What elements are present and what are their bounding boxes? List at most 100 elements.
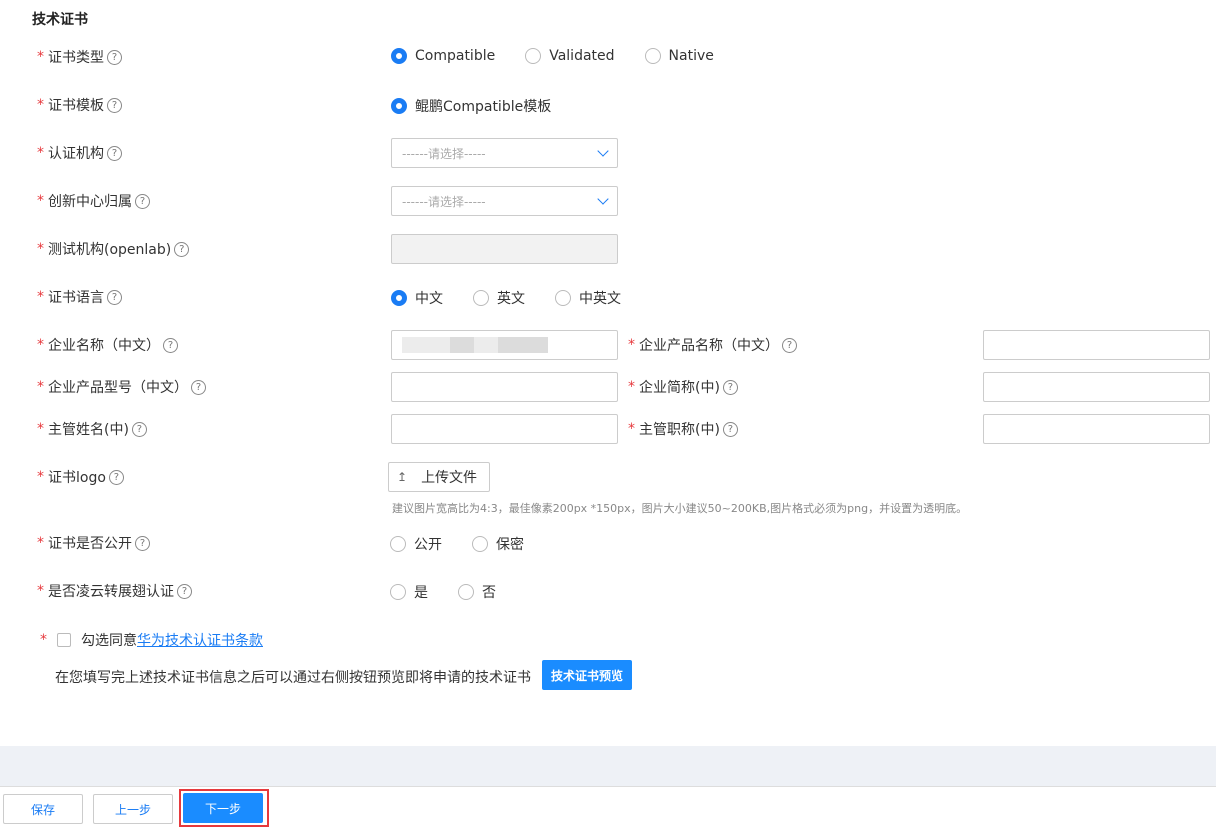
help-icon[interactable]: ? (722, 421, 738, 437)
radio-label: 否 (482, 585, 496, 601)
required-mark: * (37, 583, 44, 599)
help-icon[interactable]: ? (174, 241, 190, 257)
required-mark: * (37, 241, 44, 257)
help-icon[interactable]: ? (191, 379, 206, 395)
help-icon[interactable]: ? (131, 421, 147, 437)
radio-checked-icon (391, 290, 407, 306)
footer-band (0, 746, 1216, 786)
radio-native[interactable]: Native (644, 48, 714, 64)
product-model-label-text: 企业产品型号（中文） (48, 380, 188, 396)
preview-text: 在您填写完上述技术证书信息之后可以通过右侧按钮预览即将申请的技术证书 (55, 670, 531, 686)
cert-authority-label-text: 认证机构 (48, 146, 104, 162)
cert-public-radio-group: 公开 保密 (390, 534, 554, 554)
save-button[interactable]: 保存 (3, 794, 83, 824)
required-mark: * (628, 421, 635, 437)
required-mark: * (37, 535, 44, 551)
cert-type-label: * 证书类型 ? (37, 47, 122, 67)
upload-button[interactable]: ↥ 上传文件 (388, 462, 490, 492)
radio-kunpeng-template[interactable]: 鲲鹏Compatible模板 (391, 96, 551, 116)
cert-type-radio-group: Compatible Validated Native (391, 48, 744, 64)
help-icon[interactable]: ? (135, 535, 150, 551)
help-icon[interactable]: ? (107, 289, 122, 305)
radio-yes[interactable]: 是 (390, 582, 428, 602)
manager-name-input[interactable] (391, 414, 618, 444)
highlight-box (179, 789, 269, 827)
radio-label: Validated (549, 48, 615, 64)
lingyun-label: * 是否凌云转展翅认证 ? (37, 581, 192, 601)
agreement-checkbox[interactable] (57, 633, 71, 647)
manager-title-input[interactable] (983, 414, 1210, 444)
radio-unchecked-icon (555, 290, 571, 306)
radio-checked-icon (391, 98, 407, 114)
radio-unchecked-icon (525, 48, 542, 64)
radio-confidential[interactable]: 保密 (472, 534, 524, 554)
help-icon[interactable]: ? (135, 193, 150, 209)
prev-step-button[interactable]: 上一步 (93, 794, 173, 824)
radio-english[interactable]: 英文 (473, 288, 525, 308)
company-name-label-text: 企业名称（中文） (48, 338, 160, 354)
select-placeholder: ------请选择----- (402, 146, 486, 161)
radio-validated[interactable]: Validated (525, 48, 615, 64)
test-org-label-text: 测试机构(openlab) (48, 242, 172, 258)
radio-compatible[interactable]: Compatible (391, 48, 495, 64)
required-mark: * (37, 421, 44, 437)
preview-button[interactable]: 技术证书预览 (542, 660, 632, 690)
radio-label: 鲲鹏Compatible模板 (415, 99, 552, 115)
product-name-label-text: 企业产品名称（中文） (639, 338, 779, 354)
help-icon[interactable]: ? (107, 49, 122, 65)
help-icon[interactable]: ? (722, 379, 738, 395)
radio-public[interactable]: 公开 (390, 534, 442, 554)
chevron-down-icon (597, 193, 609, 205)
upload-label: 上传文件 (421, 470, 478, 486)
radio-label: 中文 (415, 291, 443, 307)
cert-authority-label: * 认证机构 ? (37, 143, 122, 163)
redacted-text (402, 337, 450, 353)
radio-unchecked-icon (644, 48, 661, 64)
radio-unchecked-icon (472, 536, 488, 552)
manager-title-label-text: 主管职称(中) (639, 422, 720, 438)
radio-label: Compatible (415, 48, 496, 64)
required-mark: * (37, 97, 44, 113)
innovation-center-select[interactable]: ------请选择----- (391, 186, 618, 216)
help-icon[interactable]: ? (782, 337, 797, 353)
company-name-label: * 企业名称（中文） ? (37, 335, 178, 355)
required-mark: * (628, 379, 635, 395)
agreement-row: * 勾选同意 华为技术认证书条款 (40, 630, 263, 650)
required-mark: * (628, 337, 635, 353)
cert-language-label-text: 证书语言 (48, 290, 104, 306)
required-mark: * (37, 193, 44, 209)
radio-no[interactable]: 否 (458, 582, 496, 602)
company-name-input[interactable] (391, 330, 618, 360)
company-abbr-input[interactable] (983, 372, 1210, 402)
cert-authority-select[interactable]: ------请选择----- (391, 138, 618, 168)
product-name-label: * 企业产品名称（中文） ? (628, 335, 797, 355)
product-model-input[interactable] (391, 372, 618, 402)
radio-bilingual[interactable]: 中英文 (555, 288, 621, 308)
radio-label: 中英文 (579, 291, 621, 307)
required-mark: * (40, 632, 47, 648)
redacted-text (474, 337, 498, 353)
cert-type-label-text: 证书类型 (48, 50, 104, 66)
footer-divider (0, 786, 1216, 787)
product-name-input[interactable] (983, 330, 1210, 360)
radio-checked-icon (391, 48, 407, 64)
cert-logo-label-text: 证书logo (48, 470, 106, 486)
help-icon[interactable]: ? (163, 337, 178, 353)
required-mark: * (37, 379, 44, 395)
radio-chinese[interactable]: 中文 (391, 288, 443, 308)
product-model-label: * 企业产品型号（中文） ? (37, 377, 206, 397)
radio-label: 英文 (497, 291, 525, 307)
section-title: 技术证书 (32, 12, 88, 28)
help-icon[interactable]: ? (107, 145, 122, 161)
help-icon[interactable]: ? (107, 97, 122, 113)
innovation-center-label-text: 创新中心归属 (48, 194, 132, 210)
cert-template-label-text: 证书模板 (48, 98, 104, 114)
cert-language-radio-group: 中文 英文 中英文 (391, 288, 651, 308)
redacted-text (498, 337, 548, 353)
radio-unchecked-icon (458, 584, 474, 600)
help-icon[interactable]: ? (177, 583, 192, 599)
company-abbr-label: * 企业简称(中) ? (628, 377, 738, 397)
agreement-link[interactable]: 华为技术认证书条款 (137, 630, 263, 650)
radio-label: 保密 (496, 537, 524, 553)
help-icon[interactable]: ? (108, 469, 124, 485)
